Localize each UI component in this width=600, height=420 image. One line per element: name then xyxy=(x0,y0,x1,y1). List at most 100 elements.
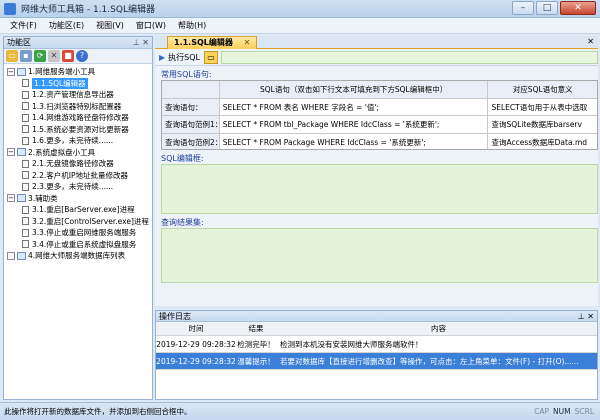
tool-icon xyxy=(22,240,29,249)
tree-item[interactable]: 3.2.重启[ControlServer.exe]进程 xyxy=(4,216,152,228)
sql-editor-box[interactable] xyxy=(161,164,598,214)
tree-item[interactable]: 4.网维大师服务端数据库列表 xyxy=(4,250,152,262)
table-header-row: SQL语句（双击如下行文本可填充到下方SQL编辑框中） 对应SQL语句意义 xyxy=(162,81,597,99)
exec-toolbar: ▶ 执行SQL ▭ xyxy=(155,49,598,66)
document-tab-bar: 1.1.SQL编辑器 ✕ ✕ xyxy=(155,36,598,49)
tree-item[interactable]: − 1.网维服务端小工具 xyxy=(4,66,152,78)
tree-item[interactable]: 1.5.系统必要资源对比更新器 xyxy=(4,124,152,136)
tree-item-label: 1.3.扫浏览器特别标配置器 xyxy=(32,101,122,111)
table-header-cell[interactable]: SQL语句（双击如下行文本可填充到下方SQL编辑框中） xyxy=(219,81,489,98)
close-button[interactable]: ✕ xyxy=(560,1,596,15)
log-header-row: 时间 结果 内容 xyxy=(156,322,597,336)
log-cell-time: 2019-12-29 09:28:32 xyxy=(156,339,236,349)
tab-sql-editor-label: 1.1.SQL编辑器 xyxy=(174,38,233,47)
tree-item[interactable]: 2.3.更多，未完待续...... xyxy=(4,181,152,193)
tree-item[interactable]: 2.1.无盘镜像路径修改器 xyxy=(4,158,152,170)
tool-icon xyxy=(22,205,29,214)
maximize-button[interactable]: □ xyxy=(536,1,558,15)
tool-icon xyxy=(22,182,29,191)
sql-editor-title: SQL编辑框: xyxy=(161,154,204,163)
tool-icon xyxy=(22,102,29,111)
table-cell[interactable]: 查询语句： xyxy=(162,98,220,115)
database-path-field[interactable] xyxy=(221,50,598,64)
stop-icon[interactable]: ■ xyxy=(62,50,74,62)
table-cell[interactable]: 查询SQLite数据库barserv xyxy=(488,116,597,133)
status-scrl: SCRL xyxy=(574,407,594,416)
tree-item[interactable]: 3.1.重启[BarServer.exe]进程 xyxy=(4,204,152,216)
log-col-content[interactable]: 内容 xyxy=(276,323,597,334)
folder-icon xyxy=(17,67,26,76)
tab-close-icon[interactable]: ✕ xyxy=(244,38,251,47)
tool-icon xyxy=(22,228,29,237)
execute-sql-button[interactable]: 执行SQL xyxy=(168,52,200,63)
tree-item[interactable]: − 2.系统虚拟盘小工具 xyxy=(4,147,152,159)
open-file-icon[interactable]: ▭ xyxy=(204,50,218,64)
tree-item[interactable]: − 3.辅助类 xyxy=(4,193,152,205)
tree-item-label: 1.网维服务端小工具 xyxy=(28,67,96,77)
table-row[interactable]: 查询语句： SELECT * FROM 表名 WHERE 字段名 = '值'; SE… xyxy=(162,98,597,116)
tree-item-label: 3.4.停止或重启系统虚拟盘服务 xyxy=(32,239,137,249)
log-cell-time: 2019-12-29 09:28:32 xyxy=(156,356,236,366)
table-header-cell[interactable] xyxy=(162,81,220,98)
log-col-result[interactable]: 结果 xyxy=(236,323,276,334)
status-text: 此操作将打开新的数据库文件，并添加到右侧回合框中。 xyxy=(4,407,192,416)
menu-file[interactable]: 文件(F) xyxy=(4,18,43,34)
tool-icon xyxy=(22,136,29,145)
table-cell[interactable]: SELECT语句用于从表中选取 xyxy=(488,99,597,116)
menu-help[interactable]: 帮助(H) xyxy=(172,18,212,34)
table-header-cell[interactable]: 对应SQL语句意义 xyxy=(488,81,597,98)
tab-sql-editor[interactable]: 1.1.SQL编辑器 ✕ xyxy=(167,36,258,49)
panel-close-icon[interactable]: ✕ xyxy=(587,37,594,46)
tool-icon xyxy=(22,113,29,122)
tree-item-label: 4.网维大师服务端数据库列表 xyxy=(28,251,126,261)
log-rows: 2019-12-29 09:28:32 检测完毕！ 检测到本机没有安装网维大师服务端… xyxy=(156,336,597,370)
menu-view[interactable]: 视图(V) xyxy=(90,18,130,34)
folder-icon xyxy=(17,194,26,203)
table-cell[interactable]: SELECT * FROM Package WHERE IdcClass = '… xyxy=(220,133,489,149)
menu-bar: 文件(F) 功能区(E) 视图(V) 窗口(W) 帮助(H) xyxy=(0,18,600,34)
help-icon[interactable]: ? xyxy=(76,50,88,62)
menu-window[interactable]: 窗口(W) xyxy=(130,18,172,34)
tree-item-label: 2.3.更多，未完待续...... xyxy=(32,182,114,192)
refresh-icon[interactable]: ⟳ xyxy=(34,50,46,62)
tree-item-label: 1.4.网维游戏路径盘符修改器 xyxy=(32,113,129,123)
tree-item[interactable]: 1.2.资产管理信息导出器 xyxy=(4,89,152,101)
table-cell[interactable]: SELECT * FROM 表名 WHERE 字段名 = '值'; xyxy=(220,98,489,115)
table-cell[interactable]: 查询语句范例2： xyxy=(162,133,220,149)
tree-item[interactable]: 1.1.SQL编辑器 xyxy=(4,77,152,90)
open-folder-icon[interactable]: ▭ xyxy=(6,50,18,62)
expander-icon[interactable]: − xyxy=(7,148,15,157)
tree-item[interactable]: 3.4.停止或重启系统虚拟盘服务 xyxy=(4,239,152,251)
panel-pin-close-icon[interactable]: ⊥ ✕ xyxy=(133,38,149,47)
function-toolbar: ▭ ▪ ⟳ ✕ ■ ? xyxy=(4,49,152,64)
result-title: 查询结果集: xyxy=(161,218,204,227)
log-title: 操作日志 xyxy=(159,311,191,321)
table-row[interactable]: 查询语句范例2： SELECT * FROM Package WHERE IdcC… xyxy=(162,133,597,150)
table-row[interactable]: 查询语句范例1： SELECT * FROM tbl_Package WHERE … xyxy=(162,116,597,134)
function-panel-title: 功能区 xyxy=(7,38,31,47)
table-cell[interactable]: 查询语句范例1： xyxy=(162,116,220,133)
menu-function-area[interactable]: 功能区(E) xyxy=(43,18,90,34)
minimize-button[interactable]: – xyxy=(512,1,534,15)
expander-icon[interactable]: − xyxy=(7,194,15,203)
result-grid[interactable] xyxy=(161,228,598,283)
status-bar: 此操作将打开新的数据库文件，并添加到右侧回合框中。 CAP NUM SCRL xyxy=(0,402,600,420)
log-row[interactable]: 2019-12-29 09:28:32 温馨提示！ 若要对数据库【直接进行增删改查】… xyxy=(156,353,597,370)
app-icon xyxy=(4,2,16,15)
table-cell[interactable]: 查询Access数据库Data.md xyxy=(488,134,597,150)
common-sql-title: 常用SQL语句: xyxy=(161,70,212,79)
log-pin-close-icon[interactable]: ⊥ ✕ xyxy=(578,312,594,321)
tree-item[interactable]: 3.3.停止或重启网维服务端服务 xyxy=(4,227,152,239)
log-row[interactable]: 2019-12-29 09:28:32 检测完毕！ 检测到本机没有安装网维大师服务端… xyxy=(156,336,597,353)
expander-icon[interactable]: − xyxy=(7,67,15,76)
tree-item[interactable]: 1.4.网维游戏路径盘符修改器 xyxy=(4,112,152,124)
tree-item[interactable]: 1.6.更多，未完待续...... xyxy=(4,135,152,147)
log-col-time[interactable]: 时间 xyxy=(156,323,236,334)
tree-item[interactable]: 1.3.扫浏览器特别标配置器 xyxy=(4,101,152,113)
save-icon[interactable]: ▪ xyxy=(20,50,32,62)
tree-item[interactable]: 2.2.客户机IP地址批量修改器 xyxy=(4,170,152,182)
delete-icon[interactable]: ✕ xyxy=(48,50,60,62)
table-cell[interactable]: SELECT * FROM tbl_Package WHERE IdcClass… xyxy=(220,116,489,133)
expander-icon[interactable] xyxy=(7,251,15,260)
log-header: 操作日志 ⊥ ✕ xyxy=(156,311,597,322)
